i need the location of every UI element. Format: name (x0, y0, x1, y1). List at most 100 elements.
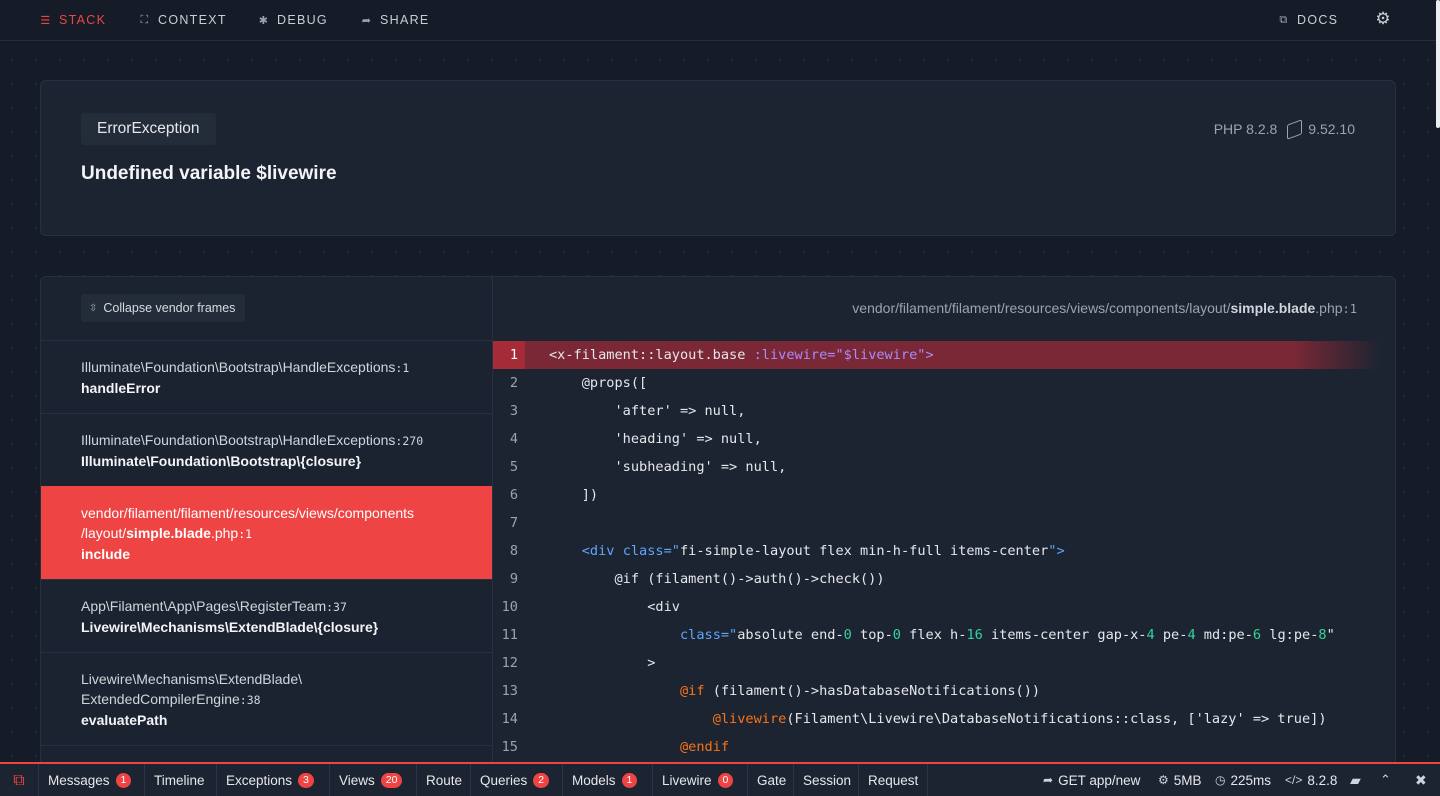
php-version-info[interactable]: </> 8.2.8 (1285, 764, 1337, 796)
code-text: <div class="fi-simple-layout flex min-h-… (581, 543, 1065, 559)
debugbar-tab-models[interactable]: Models 1 (562, 764, 638, 796)
tab-label: Timeline (154, 772, 205, 788)
code-text: <x-filament::layout.base :livewire="$liv… (549, 347, 934, 363)
code-text: ]) (549, 487, 599, 503)
debugbar-tab-queries[interactable]: Queries 2 (470, 764, 550, 796)
line-number: 10 (501, 599, 518, 615)
tab-label: Messages (48, 772, 110, 788)
debugbar-tab-timeline[interactable]: Timeline (144, 764, 205, 796)
debugbar-tab-exceptions[interactable]: Exceptions 3 (216, 764, 314, 796)
gear-icon[interactable]: ⚙ (1374, 10, 1392, 28)
folder-icon: ▰ (1350, 771, 1361, 788)
tab-label: Gate (757, 772, 787, 788)
exception-header: ErrorException Undefined variable $livew… (40, 80, 1396, 236)
stack-frame[interactable]: App\Filament\App\Pages\RegisterTeam:37 L… (41, 579, 492, 652)
debugbar-tab-request[interactable]: Request (858, 764, 929, 796)
maximize-button[interactable]: ⌃ (1380, 764, 1391, 796)
code-line[interactable]: 11 class="absolute end-0 top-0 flex h-16… (493, 621, 1395, 649)
share-icon: ➦ (361, 14, 373, 27)
code-text: class="absolute end-0 top-0 flex h-16 it… (679, 627, 1335, 643)
code-file-ext: .php (1315, 300, 1343, 316)
tab-label: Request (868, 772, 919, 788)
debugbar-tab-session[interactable]: Session (793, 764, 851, 796)
line-number: 13 (501, 683, 518, 699)
code-file-name: simple.blade (1230, 300, 1316, 316)
code-line[interactable]: 15 @endif (493, 733, 1395, 761)
code-line[interactable]: 7 (493, 509, 1395, 537)
code-line[interactable]: 5 'subheading' => null, (493, 453, 1395, 481)
frame-class-name: App\Filament\App\Pages\RegisterTeam (81, 598, 327, 614)
line-number: 11 (501, 627, 518, 643)
stack-frame[interactable]: Livewire\Mechanisms\ExtendBlade\ Extended… (41, 652, 492, 745)
code-line-highlighted[interactable]: 1 <x-filament::layout.base :livewire="$li… (493, 341, 1381, 369)
frame-line: :38 (239, 693, 261, 707)
request-label: GET app/new (1058, 772, 1141, 788)
frame-class: Livewire\Mechanisms\ExtendBlade\ Extended… (81, 669, 452, 710)
code-line[interactable]: 9 @if (filament()->auth()->check()) (493, 565, 1395, 593)
nav-tab-debug[interactable]: ✱ DEBUG (258, 0, 328, 40)
php-label: 8.2.8 (1307, 772, 1338, 788)
close-debugbar-button[interactable]: ✖ (1415, 764, 1427, 796)
share-icon: ➦ (1043, 773, 1054, 787)
code-line[interactable]: 4 'heading' => null, (493, 425, 1395, 453)
code-line[interactable]: 10 <div (493, 593, 1395, 621)
code-block: 1 <x-filament::layout.base :livewire="$li… (493, 341, 1395, 761)
code-file-path[interactable]: vendor/filament/filament/resources/views… (852, 300, 1357, 316)
debugbar-tab-views[interactable]: Views 20 (329, 764, 403, 796)
frames-panel: ⇳ Collapse vendor frames Illuminate\Foun… (41, 277, 493, 763)
code-icon: </> (1285, 773, 1303, 787)
page-scrollbar[interactable] (1436, 0, 1440, 128)
code-line[interactable]: 8 <div class="fi-simple-layout flex min-… (493, 537, 1395, 565)
debugbar-tab-livewire[interactable]: Livewire 0 (652, 764, 734, 796)
line-number: 5 (509, 459, 518, 475)
laravel-logo-icon[interactable]: ⧉ (8, 770, 30, 792)
debugbar: ⧉ Messages 1 Timeline Exceptions 3 Views 20… (0, 762, 1440, 796)
docs-link[interactable]: ⧉ DOCS (1278, 0, 1338, 40)
tab-badge: 3 (298, 772, 314, 788)
nav-tab-context[interactable]: ⛶ CONTEXT (139, 0, 227, 40)
code-line[interactable]: 13 @if (filament()->hasDatabaseNotificat… (493, 677, 1395, 705)
line-number: 9 (509, 571, 518, 587)
tab-label: Models (572, 772, 616, 788)
debugbar-tab-gate[interactable]: Gate (747, 764, 786, 796)
nav-tab-share[interactable]: ➦ SHARE (361, 0, 430, 40)
code-line[interactable]: 14 @livewire(Filament\Livewire\DatabaseN… (493, 705, 1395, 733)
collapse-vendor-frames-button[interactable]: ⇳ Collapse vendor frames (81, 294, 246, 322)
code-text: @props([ (549, 375, 648, 391)
time-label: 225ms (1230, 772, 1272, 788)
request-duration[interactable]: ◷ 225ms (1215, 764, 1271, 796)
line-number: 6 (509, 487, 518, 503)
code-text: @endif (679, 739, 730, 755)
code-line[interactable]: 2 @props([ (493, 369, 1395, 397)
frame-path-prefix: vendor/filament/filament/resources/views… (81, 505, 415, 521)
context-icon: ⛶ (140, 13, 150, 26)
code-text: 'heading' => null, (549, 431, 762, 447)
code-line[interactable]: 3 'after' => null, (493, 397, 1395, 425)
version-info: PHP 8.2.8 9.52.10 (1214, 118, 1355, 140)
frame-class-name: Illuminate\Foundation\Bootstrap\HandleEx… (81, 359, 396, 375)
stack-frame[interactable]: Illuminate\Foundation\Bootstrap\HandleEx… (41, 413, 492, 486)
frame-file: simple.blade (126, 525, 211, 541)
open-folder-button[interactable]: ▰ (1350, 764, 1361, 796)
code-line[interactable]: 12 > (493, 649, 1395, 677)
stack-frame[interactable]: Illuminate\Foundation\Bootstrap\HandleEx… (41, 340, 492, 413)
line-number: 15 (501, 739, 518, 755)
stack-frame-selected[interactable]: vendor/filament/filament/resources/views… (41, 486, 492, 579)
tab-label: Livewire (662, 772, 712, 788)
debugbar-tab-route[interactable]: Route (416, 764, 462, 796)
memory-usage[interactable]: ⚙ 5MB (1158, 764, 1202, 796)
request-method-url[interactable]: ➦ GET app/new (1043, 764, 1140, 796)
bug-icon: ✱ (258, 14, 270, 27)
collapse-icon: ⇳ (89, 302, 98, 314)
frame-function: evaluatePath (81, 712, 168, 728)
nav-tab-label: SHARE (380, 13, 430, 27)
frame-class-name: Illuminate\Foundation\Bootstrap\HandleEx… (81, 432, 396, 448)
nav-tab-stack[interactable]: ☰ STACK (40, 0, 106, 40)
nav-tab-label: STACK (59, 13, 107, 27)
frame-function: handleError (81, 380, 161, 396)
code-line[interactable]: 6 ]) (493, 481, 1395, 509)
cogs-icon: ⚙ (1158, 773, 1169, 787)
nav-tab-label: DEBUG (277, 13, 328, 27)
debugbar-tab-messages[interactable]: Messages 1 (38, 764, 132, 796)
tab-label: Views (339, 772, 375, 788)
